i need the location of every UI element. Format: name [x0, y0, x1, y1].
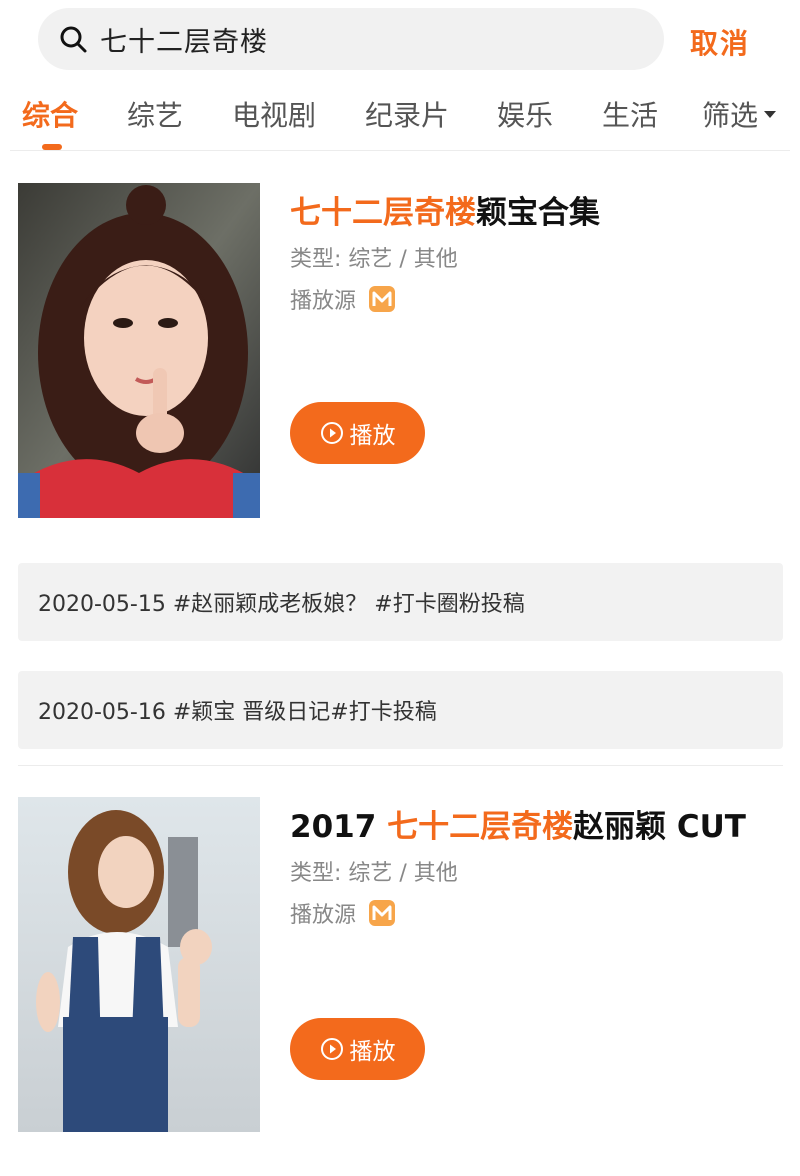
title-rest: 赵丽颖 CUT — [573, 809, 746, 845]
title-prefix: 2017 — [290, 809, 388, 845]
search-icon — [60, 26, 87, 53]
section-divider — [18, 765, 783, 766]
tab-tv-series[interactable]: 电视剧 — [232, 94, 316, 134]
title-rest: 颖宝合集 — [476, 195, 600, 231]
result-type: 类型: 综艺 / 其他 — [290, 861, 458, 886]
play-label: 播放 — [349, 1039, 396, 1065]
title-highlight: 七十二层奇楼 — [387, 809, 574, 845]
tab-life[interactable]: 生活 — [602, 94, 658, 134]
result-title[interactable]: 七十二层奇楼颖宝合集 — [290, 187, 600, 232]
play-button[interactable]: 播放 — [290, 1018, 425, 1080]
result-card[interactable]: 2017 七十二层奇楼赵丽颖 CUT 类型: 综艺 / 其他 播放源 播放 — [0, 797, 800, 1137]
source-label: 播放源 — [290, 289, 357, 314]
play-label: 播放 — [349, 423, 396, 449]
cancel-button[interactable]: 取消 — [690, 22, 750, 62]
filter-label: 筛选 — [702, 99, 759, 132]
result-title[interactable]: 2017 七十二层奇楼赵丽颖 CUT — [290, 801, 746, 846]
play-circle-icon — [320, 1038, 343, 1060]
title-highlight: 七十二层奇楼 — [290, 195, 476, 231]
poster-image[interactable] — [18, 183, 260, 518]
category-tabs: 综合 综艺 电视剧 纪录片 娱乐 生活 筛选 — [0, 94, 800, 150]
result-card[interactable]: 七十二层奇楼颖宝合集 类型: 综艺 / 其他 播放源 播放 — [0, 183, 800, 523]
caret-down-icon — [764, 110, 777, 118]
search-bar[interactable]: 七十二层奇楼 — [38, 8, 664, 70]
result-type: 类型: 综艺 / 其他 — [290, 247, 458, 272]
tab-entertainment[interactable]: 娱乐 — [497, 94, 553, 134]
result-source: 播放源 — [290, 283, 396, 315]
tab-filter[interactable]: 筛选 — [702, 94, 777, 134]
mango-tv-icon — [369, 900, 396, 926]
tab-all[interactable]: 综合 — [22, 94, 78, 134]
tab-variety[interactable]: 综艺 — [127, 94, 183, 134]
search-input[interactable]: 七十二层奇楼 — [100, 20, 268, 59]
play-circle-icon — [320, 422, 343, 444]
mango-tv-icon — [369, 286, 396, 312]
play-button[interactable]: 播放 — [290, 402, 425, 464]
topic-item[interactable]: 2020-05-16 #颖宝 晋级日记#打卡投稿 — [18, 671, 783, 749]
result-source: 播放源 — [290, 897, 396, 929]
poster-image[interactable] — [18, 797, 260, 1132]
tabs-divider — [10, 150, 790, 151]
topic-item[interactable]: 2020-05-15 #赵丽颖成老板娘？ #打卡圈粉投稿 — [18, 563, 783, 641]
tab-documentary[interactable]: 纪录片 — [365, 94, 449, 134]
source-label: 播放源 — [290, 903, 357, 928]
